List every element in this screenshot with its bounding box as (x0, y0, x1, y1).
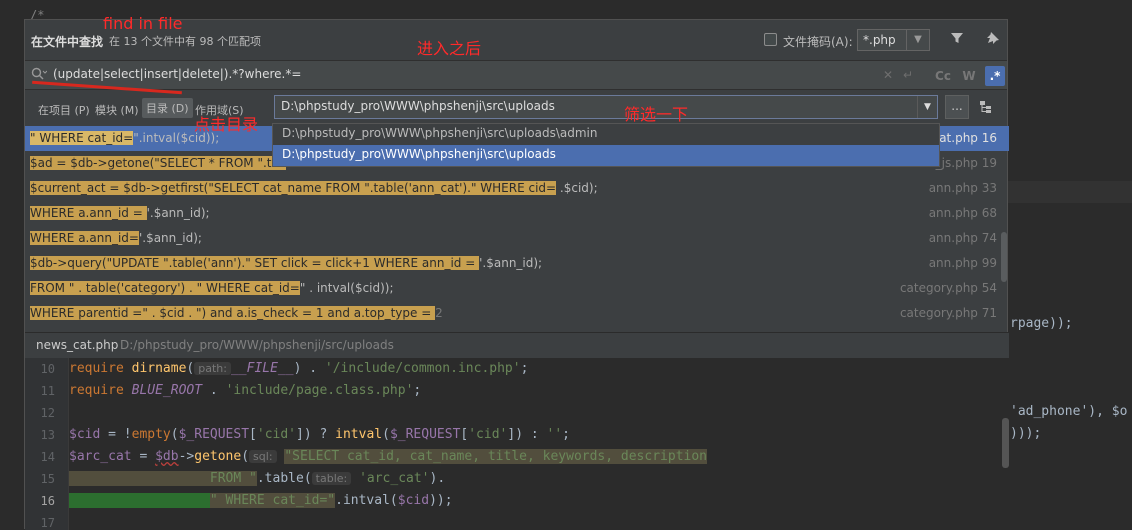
code-line-highlighted: " WHERE cat_id=".intval($cid)); (69, 490, 453, 512)
result-file: ann.php 74 (928, 231, 997, 245)
code-scrollbar[interactable] (1002, 418, 1009, 468)
code-line: $arc_cat = $db->getone(sql: "SELECT cat_… (69, 449, 707, 464)
preview-file-path: D:/phpstudy_pro/WWW/phpshenji/src/upload… (120, 338, 394, 352)
result-row[interactable]: $current_act = $db->getfirst("SELECT cat… (25, 176, 1009, 201)
result-match: WHERE a.ann_id= (30, 231, 139, 245)
background-code-line: 'ad_phone'), $o (1010, 404, 1128, 419)
result-text: '.$ann_id); (138, 231, 202, 245)
line-number: 15 (40, 472, 55, 486)
background-code-line: rpage)); (1010, 316, 1073, 331)
result-file: at.php 16 (939, 131, 997, 145)
filter-icon[interactable] (947, 31, 967, 49)
whole-words-button[interactable]: W (959, 66, 979, 86)
result-row[interactable]: FROM " . table('category') . " WHERE cat… (25, 276, 1009, 301)
code-preview[interactable]: 10 11 12 13 14 15 16 17 require dirname(… (25, 358, 1009, 530)
directory-value: D:\phpstudy_pro\WWW\phpshenji\src\upload… (281, 99, 555, 113)
result-text: 2 (435, 306, 443, 320)
code-line: require BLUE_ROOT . 'include/page.class.… (69, 383, 422, 398)
param-hint: sql: (249, 450, 277, 463)
tab-project[interactable]: 在项目 (P) (34, 100, 94, 120)
result-text: .$cid); (556, 181, 598, 195)
directory-option[interactable]: D:\phpstudy_pro\WWW\phpshenji\src\upload… (273, 124, 939, 145)
dialog-title: 在文件中查找 (31, 35, 104, 49)
code-line: require dirname(path: __FILE__) . '/inclu… (69, 361, 529, 376)
result-match: $ad = $db->getone("SELECT * FROM ".tab (30, 156, 287, 170)
result-row[interactable]: WHERE a.ann_id='.$ann_id); ann.php 74 (25, 226, 1009, 251)
line-gutter: 10 11 12 13 14 15 16 17 (25, 358, 69, 530)
file-mask-label: 文件掩码(A): (783, 35, 853, 49)
scope-bar: 在项目 (P) 模块 (M) 目录 (D) 作用域(S) D:\phpstudy… (25, 92, 1007, 124)
param-hint: path: (194, 362, 231, 375)
result-file: ann.php 99 (928, 256, 997, 270)
result-match: WHERE a.ann_id = (30, 206, 147, 220)
line-number: 13 (40, 428, 55, 442)
annotation-click-directory: 点击目录 (194, 115, 259, 134)
result-file: ann.php 33 (928, 181, 997, 195)
code-line: FROM ".table(table: 'arc_cat'). (69, 468, 445, 490)
result-row[interactable]: WHERE parentid =" . $cid . ") and a.is_c… (25, 301, 1009, 326)
result-text: " . intval($cid)); (299, 281, 394, 295)
line-number: 16 (40, 494, 55, 508)
tab-module[interactable]: 模块 (M) (91, 100, 143, 120)
result-match: " WHERE cat_id= (30, 131, 134, 145)
line-number: 14 (40, 450, 55, 464)
result-file: category.php 54 (899, 281, 997, 295)
file-mask-checkbox[interactable] (764, 33, 777, 46)
tab-directory[interactable]: 目录 (D) (142, 98, 193, 118)
result-file: category.php 71 (899, 306, 997, 320)
result-text: '.$ann_id); (146, 206, 210, 220)
result-match: WHERE parentid =" . $cid . ") and a.is_c… (30, 306, 436, 320)
chevron-down-icon[interactable]: ▼ (917, 96, 937, 118)
search-input[interactable]: (update|select|insert|delete|).*?where.*… (53, 67, 873, 81)
preview-file-name: news_cat.php (36, 338, 119, 352)
preview-header: news_cat.php D:/phpstudy_pro/WWW/phpshen… (25, 332, 1009, 358)
result-text: '.$ann_id); (479, 256, 543, 270)
annotation-filter: 筛选一下 (624, 105, 689, 124)
result-row[interactable]: WHERE a.ann_id = '.$ann_id); ann.php 68 (25, 201, 1009, 226)
file-mask-dropdown[interactable]: ▼ (906, 29, 930, 51)
regex-button[interactable]: .* (985, 66, 1005, 86)
result-row[interactable]: $db->query("UPDATE ".table('ann')." SET … (25, 251, 1009, 276)
find-in-files-dialog: 在文件中查找 在 13 个文件中有 98 个匹配项 文件掩码(A): *.php… (24, 19, 1009, 530)
result-file: ann.php 68 (928, 206, 997, 220)
code-line: $cid = !empty($_REQUEST['cid']) ? intval… (69, 427, 570, 442)
result-match: FROM " . table('category') . " WHERE cat… (30, 281, 300, 295)
clear-icon[interactable]: ✕ (883, 68, 893, 82)
directory-combobox[interactable]: D:\phpstudy_pro\WWW\phpshenji\src\upload… (274, 95, 938, 119)
param-hint: table: (311, 472, 352, 485)
search-bar: (update|select|insert|delete|).*?where.*… (25, 60, 1007, 90)
background-code-line: ))); (1010, 426, 1042, 441)
line-number: 10 (40, 362, 55, 376)
pin-icon[interactable] (983, 31, 1003, 49)
directory-option-selected[interactable]: D:\phpstudy_pro\WWW\phpshenji\src\upload… (273, 145, 939, 166)
recursive-tree-icon[interactable] (979, 100, 993, 118)
annotation-after-enter: 进入之后 (417, 39, 482, 58)
result-match: $current_act = $db->getfirst("SELECT cat… (30, 181, 557, 195)
line-number: 17 (40, 516, 55, 530)
result-match: $db->query("UPDATE ".table('ann')." SET … (30, 256, 480, 270)
line-number: 12 (40, 406, 55, 420)
line-number: 11 (40, 384, 55, 398)
new-line-icon[interactable]: ↵ (903, 68, 913, 82)
scroll-thumb[interactable] (1001, 232, 1007, 282)
match-summary: 在 13 个文件中有 98 个匹配项 (109, 35, 261, 48)
directory-dropdown: D:\phpstudy_pro\WWW\phpshenji\src\upload… (272, 123, 940, 167)
browse-button[interactable]: ... (945, 95, 969, 119)
background-current-line (1008, 181, 1132, 203)
annotation-find-in-file: find in file (103, 14, 183, 33)
match-case-button[interactable]: Cc (933, 66, 953, 86)
